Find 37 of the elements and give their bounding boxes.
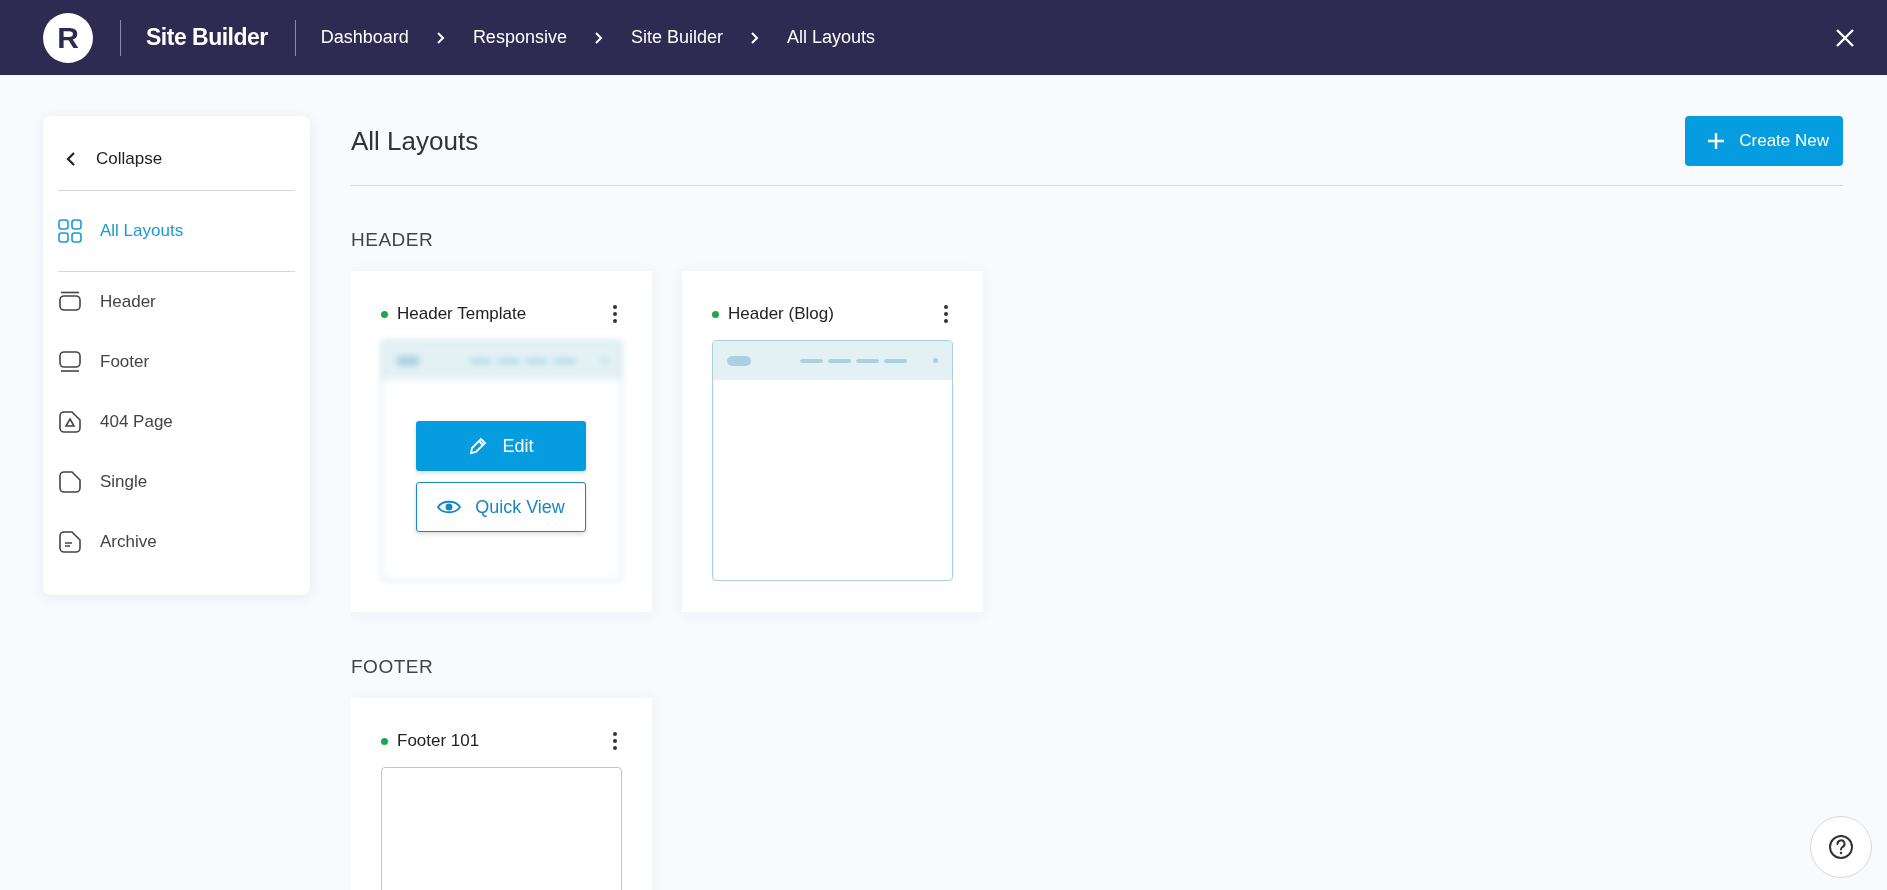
sidebar-item[interactable]: Header [58, 272, 295, 332]
collapse-button[interactable]: Collapse [58, 128, 295, 190]
breadcrumb-link[interactable]: Dashboard [320, 27, 409, 48]
header-layout-icon [58, 290, 82, 314]
chevron-right-icon [435, 30, 446, 45]
breadcrumb-link[interactable]: Responsive [472, 27, 567, 48]
chevron-left-icon [65, 151, 77, 167]
eye-icon [437, 498, 462, 516]
vertical-dots-icon [943, 304, 949, 324]
page-icon [58, 470, 82, 494]
footer-layout-icon [58, 350, 82, 374]
page-title: All Layouts [351, 125, 479, 157]
grid-icon [58, 219, 82, 243]
help-icon [1828, 834, 1854, 860]
section-heading: HEADER [351, 229, 435, 251]
app-title: Site Builder [146, 24, 268, 51]
sidebar-item[interactable]: Archive [58, 512, 295, 572]
card-title: Footer 101 [397, 731, 481, 751]
chevron-right-icon [593, 30, 604, 45]
sidebar-item[interactable]: Single [58, 452, 295, 512]
close-icon [1835, 27, 1855, 48]
warning-page-icon [58, 410, 82, 434]
sidebar-item[interactable]: 404 Page [58, 392, 295, 452]
section-heading: FOOTER [351, 656, 435, 678]
pencil-icon [468, 436, 489, 456]
quick-view-button[interactable]: Quick View [416, 482, 586, 532]
plus-icon [1707, 132, 1726, 150]
card-title: Header (Blog) [728, 304, 835, 324]
breadcrumb-link[interactable]: Site Builder [630, 27, 723, 48]
sidebar-item[interactable]: Footer [58, 332, 295, 392]
chevron-right-icon [750, 30, 760, 45]
vertical-dots-icon [612, 731, 618, 751]
breadcrumb-link[interactable]: All Layouts [787, 27, 876, 48]
logo-badge: R [43, 12, 93, 63]
vertical-dots-icon [612, 304, 618, 324]
document-icon [58, 530, 82, 554]
card-title: Header Template [397, 304, 528, 324]
